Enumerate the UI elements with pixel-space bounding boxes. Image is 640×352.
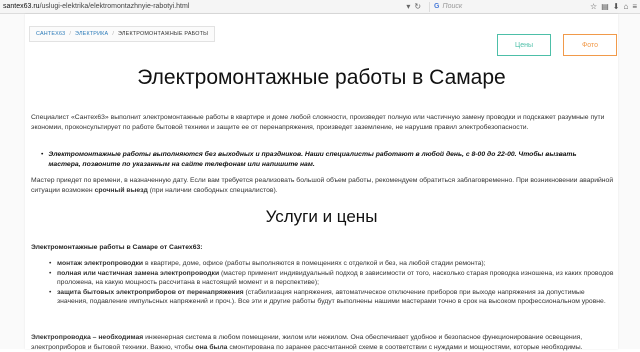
bookmark-star-icon[interactable]: ☆	[590, 2, 597, 11]
prices-button[interactable]: Цены	[497, 34, 551, 56]
list-item: полная или частичная замена электропрово…	[49, 269, 614, 288]
dropdown-arrow-icon[interactable]: ▾	[406, 0, 410, 13]
main-content: САНТЕХ63 / ЭЛЕКТРИКА / ЭЛЕКТРОМОНТАЖНЫЕ …	[25, 14, 618, 351]
search-placeholder: Поиск	[442, 3, 463, 10]
section-title: Услуги и цены	[265, 207, 378, 226]
reading-list-icon[interactable]: ▤	[601, 2, 609, 11]
schedule-note-text: Электромонтажные работы выполняются без …	[48, 151, 577, 168]
url-domain: santex63.ru	[3, 3, 40, 10]
search-engine-icon: G	[434, 3, 440, 10]
bullet-icon: •	[41, 151, 44, 158]
breadcrumb: САНТЕХ63 / ЭЛЕКТРИКА / ЭЛЕКТРОМОНТАЖНЫЕ …	[29, 26, 216, 42]
photo-button[interactable]: Фото	[563, 34, 617, 56]
download-icon[interactable]: ⬇	[613, 2, 620, 11]
list-item: монтаж электропроводки в квартире, доме,…	[49, 259, 614, 269]
url-path: /uslugi-elektrika/elektromontazhnyie-rab…	[39, 3, 190, 10]
intro-paragraph: Специалист «Сантех63» выполнит электромо…	[31, 114, 605, 131]
urgent-visit-label: срочный выезд	[94, 186, 148, 194]
services-heading: Электромонтажные работы в Самаре от Сант…	[31, 244, 203, 251]
browser-toolbar: santex63.ru/uslugi-elektrika/elektromont…	[0, 0, 640, 14]
list-item: защита бытовых электроприборов от перена…	[49, 288, 614, 307]
address-bar[interactable]: santex63.ru/uslugi-elektrika/elektromont…	[3, 3, 189, 10]
schedule-note: • Электромонтажные работы выполняются бе…	[41, 150, 606, 169]
reload-icon[interactable]: ↻	[414, 0, 421, 13]
wiring-paragraph: Электропроводка – необходимая инженерная…	[31, 334, 583, 351]
home-icon[interactable]: ⌂	[623, 2, 628, 11]
visit-paragraph: Мастер приедет по времени, в назначенную…	[31, 177, 614, 194]
search-input[interactable]: G Поиск	[429, 1, 584, 12]
breadcrumb-electrics[interactable]: ЭЛЕКТРИКА	[75, 31, 108, 37]
menu-icon[interactable]: ≡	[632, 2, 637, 11]
page-title: Электромонтажные работы в Самаре	[137, 66, 506, 89]
breadcrumb-current: ЭЛЕКТРОМОНТАЖНЫЕ РАБОТЫ	[118, 31, 209, 37]
services-list: монтаж электропроводки в квартире, доме,…	[49, 259, 614, 307]
breadcrumb-home[interactable]: САНТЕХ63	[36, 31, 65, 37]
